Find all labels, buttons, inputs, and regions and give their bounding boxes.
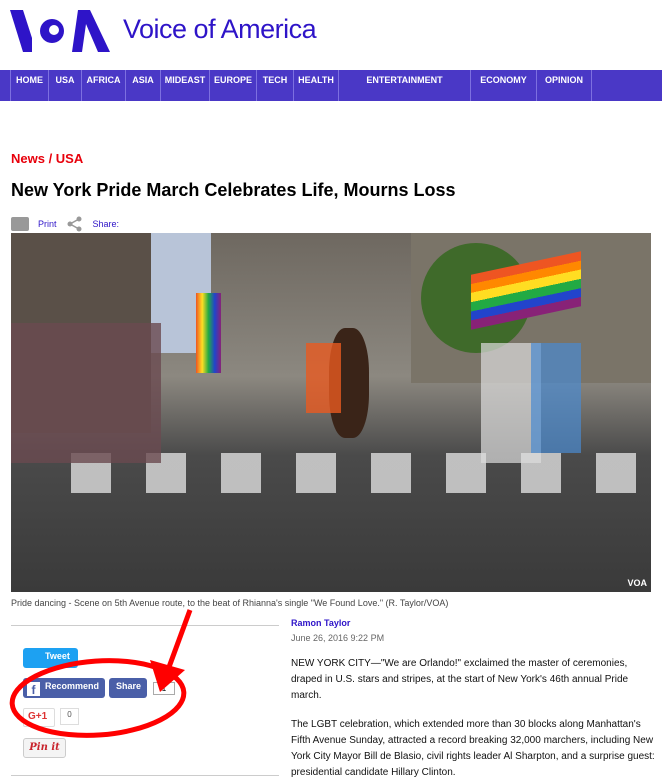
divider bbox=[11, 775, 279, 776]
facebook-recommend-button[interactable]: f Recommend bbox=[23, 678, 105, 698]
share-label: Share: bbox=[92, 219, 120, 229]
publish-date: June 26, 2016 9:22 PM bbox=[291, 633, 385, 643]
breadcrumb[interactable]: News / USA bbox=[11, 151, 83, 166]
photo-watermark: VOA bbox=[627, 578, 647, 588]
google-plus-count: 0 bbox=[60, 708, 79, 725]
annotation-arrow bbox=[162, 609, 193, 679]
share-icon[interactable] bbox=[67, 216, 83, 232]
facebook-icon: f bbox=[27, 682, 40, 697]
share-count: 1 bbox=[153, 682, 175, 695]
divider bbox=[11, 625, 279, 626]
brand-name[interactable]: Voice of America bbox=[123, 14, 317, 45]
nav-opinion[interactable]: OPINION bbox=[537, 70, 592, 101]
nav-europe[interactable]: EUROPE bbox=[210, 70, 257, 101]
facebook-share-button[interactable]: Share bbox=[109, 678, 147, 698]
nav-asia[interactable]: ASIA bbox=[126, 70, 161, 101]
author-link[interactable]: Ramon Taylor bbox=[291, 618, 350, 628]
google-plus-button[interactable]: G+1 bbox=[23, 708, 55, 727]
nav-health[interactable]: HEALTH bbox=[294, 70, 339, 101]
article-paragraph: NEW YORK CITY—"We are Orlando!" exclaime… bbox=[291, 658, 629, 701]
page-title: New York Pride March Celebrates Life, Mo… bbox=[11, 180, 456, 200]
photo-caption: Pride dancing - Scene on 5th Avenue rout… bbox=[11, 598, 449, 608]
print-link[interactable]: Print bbox=[38, 219, 57, 229]
tweet-button[interactable]: Tweet bbox=[23, 648, 78, 668]
main-nav: HOME USA AFRICA ASIA MIDEAST EUROPE TECH… bbox=[0, 70, 662, 101]
article-paragraph: The LGBT celebration, which extended mor… bbox=[291, 719, 655, 778]
nav-economy[interactable]: ECONOMY bbox=[471, 70, 537, 101]
nav-mideast[interactable]: MIDEAST bbox=[161, 70, 210, 101]
pinit-button[interactable]: Pin it bbox=[23, 738, 66, 758]
article-photo[interactable]: VOA bbox=[11, 233, 651, 592]
nav-tech[interactable]: TECH bbox=[257, 70, 294, 101]
nav-africa[interactable]: AFRICA bbox=[82, 70, 126, 101]
nav-usa[interactable]: USA bbox=[49, 70, 82, 101]
nav-home[interactable]: HOME bbox=[11, 70, 49, 101]
voa-logo[interactable] bbox=[10, 10, 110, 52]
nav-entertainment[interactable]: ENTERTAINMENT bbox=[339, 70, 471, 101]
print-icon[interactable] bbox=[11, 217, 29, 231]
